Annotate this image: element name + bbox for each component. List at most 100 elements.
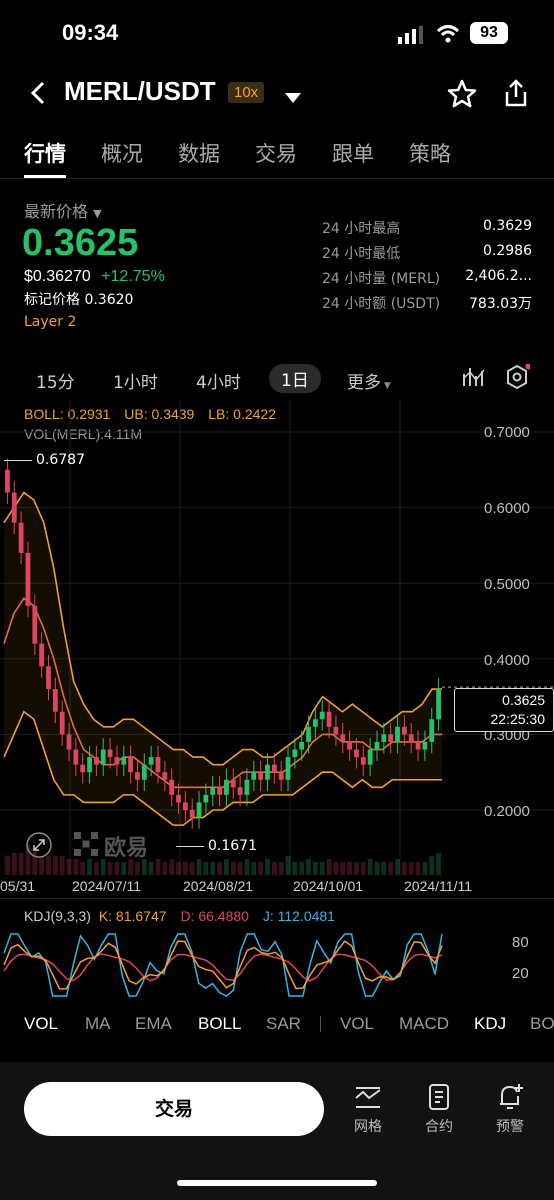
volume-bar	[5, 856, 10, 875]
candle-body	[128, 757, 134, 773]
x-tick: 05/31	[0, 878, 36, 894]
price-chart[interactable]	[0, 400, 554, 900]
status-time: 09:34	[62, 20, 119, 45]
kdj-legend: KDJ(9,3,3) K: 81.6747 D: 66.4880 J: 112.…	[24, 908, 335, 924]
latest-price-label[interactable]: 最新价格 ▼	[24, 198, 102, 222]
tab-trade[interactable]: 交易	[255, 138, 297, 168]
high-marker: 0.6787	[36, 452, 85, 468]
candle-body	[319, 711, 325, 720]
volume-bar	[121, 862, 127, 875]
tab-overview[interactable]: 概况	[101, 138, 143, 168]
x-tick: 2024/08/21	[183, 878, 254, 894]
kdj-label: KDJ(9,3,3)	[24, 908, 91, 924]
y-tick: 0.2000	[484, 803, 530, 820]
interval-4h[interactable]: 4小时	[196, 368, 241, 393]
ind-tab-boll[interactable]: BOLL	[198, 1014, 241, 1034]
candle-body	[121, 757, 127, 765]
current-price-label: 0.3625 22:25:30	[454, 688, 554, 732]
interval-1d[interactable]: 1日	[269, 364, 321, 393]
contract-label: 合约	[425, 1119, 453, 1135]
volume-bar	[237, 862, 243, 875]
tab-data[interactable]: 数据	[178, 138, 220, 168]
volume-bar	[93, 862, 99, 875]
candle-body	[354, 749, 359, 758]
candle-body	[292, 749, 298, 758]
ind-tab-kdj[interactable]: KDJ	[474, 1014, 506, 1034]
candle-body	[265, 764, 270, 780]
tab-separator	[320, 1016, 321, 1032]
mark-price: 标记价格 0.3620	[24, 292, 134, 308]
indicator-icon[interactable]	[462, 366, 486, 392]
volume-bar	[196, 859, 202, 875]
sector-tag[interactable]: Layer 2	[24, 314, 76, 330]
candle-body	[285, 757, 291, 780]
candle-body	[347, 741, 353, 750]
ind-tab-ema[interactable]: EMA	[135, 1014, 172, 1034]
caret-down-icon: ▼	[93, 207, 102, 220]
interval-15m[interactable]: 15分	[36, 368, 75, 393]
candle-body	[196, 802, 202, 818]
tab-strategy[interactable]: 策略	[409, 138, 451, 168]
interval-more[interactable]: 更多 ▼	[347, 368, 391, 393]
kdj-j-line	[3, 933, 443, 997]
volume-bar	[73, 859, 79, 875]
candle-body	[415, 741, 421, 750]
volume-bar	[203, 862, 209, 875]
ind-tab-macd[interactable]: MACD	[399, 1014, 449, 1034]
ind-tab-sar[interactable]: SAR	[266, 1014, 301, 1034]
candle-body	[87, 757, 92, 773]
alert-button[interactable]: 预警	[480, 1082, 540, 1136]
chart-settings-icon[interactable]	[504, 362, 533, 394]
volume-bar	[319, 862, 325, 875]
volume-bar	[306, 859, 311, 875]
tab-copy[interactable]: 跟单	[332, 138, 374, 168]
volume-bar	[312, 862, 318, 875]
candle-body	[80, 764, 86, 773]
volume-bar	[429, 856, 435, 875]
fullscreen-icon[interactable]	[26, 832, 52, 862]
contract-button[interactable]: 合约	[409, 1082, 469, 1136]
stat-value: 0.2986	[483, 243, 532, 259]
volume-bar	[408, 862, 414, 875]
volume-bar	[114, 862, 120, 875]
trade-button[interactable]: 交易	[24, 1082, 324, 1136]
volume-bar	[148, 862, 154, 875]
pair-title[interactable]: MERL/USDT	[64, 76, 216, 107]
stat-value: 2,406.2...	[465, 268, 532, 284]
volume-bar	[292, 862, 298, 875]
candle-body	[107, 749, 113, 758]
grid-icon	[355, 1087, 381, 1108]
y-tick: 0.7000	[484, 424, 530, 441]
share-icon[interactable]	[502, 78, 530, 112]
ind-tab-vol[interactable]: VOL	[24, 1014, 58, 1034]
candle-body	[224, 779, 229, 795]
volume-bar	[59, 856, 65, 875]
leverage-badge: 10x	[228, 82, 265, 103]
candle-body	[401, 726, 407, 735]
volume-bar	[436, 853, 441, 875]
kdj-chart[interactable]	[0, 928, 554, 1002]
grid-button[interactable]: 网格	[338, 1082, 398, 1136]
candle-body	[135, 772, 140, 780]
volume-bar	[251, 862, 257, 875]
tab-market[interactable]: 行情	[24, 138, 66, 178]
interval-1h[interactable]: 1小时	[113, 368, 158, 393]
volume-bar	[182, 862, 188, 875]
candle-body	[333, 726, 339, 735]
low-marker-line	[176, 846, 204, 847]
ind-tab-more[interactable]: BO	[530, 1014, 554, 1034]
ind-tab-vol-sub[interactable]: VOL	[340, 1014, 374, 1034]
candle-body	[141, 764, 147, 780]
pair-dropdown-icon[interactable]	[285, 88, 301, 107]
x-tick: 2024/07/11	[72, 878, 142, 894]
back-icon[interactable]	[28, 80, 48, 110]
candle-body	[66, 734, 72, 750]
volume-bar	[367, 859, 373, 875]
candle-body	[176, 794, 181, 803]
ind-tab-ma[interactable]: MA	[85, 1014, 111, 1034]
candle-body	[395, 726, 400, 742]
star-icon[interactable]	[446, 78, 478, 114]
volume-bar	[381, 862, 387, 875]
high-marker-line	[4, 460, 32, 461]
battery-indicator: 93	[470, 22, 508, 44]
